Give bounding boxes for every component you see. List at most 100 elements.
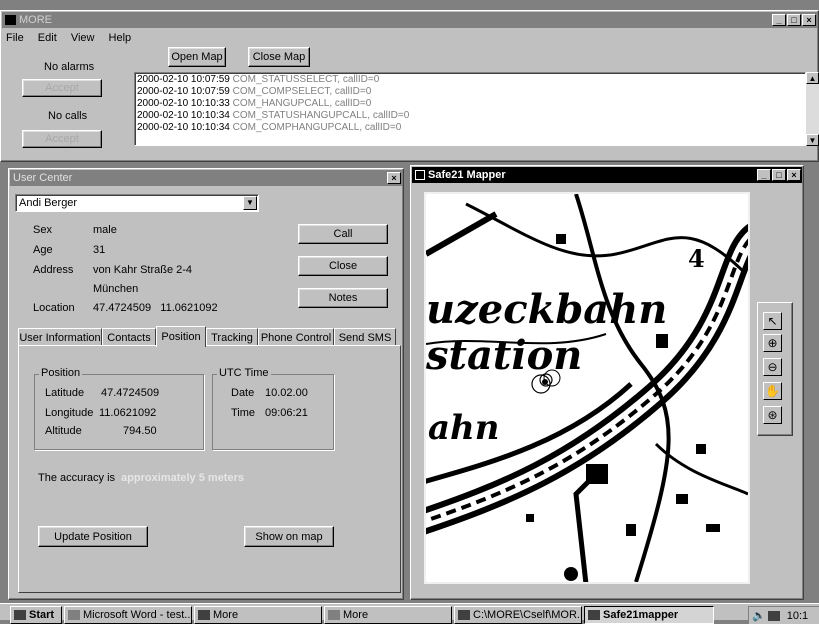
map-view[interactable]: uzeckbahn station ahn 4 xyxy=(424,192,750,584)
user-center-titlebar[interactable]: User Center × xyxy=(10,170,402,186)
hand-pan-icon[interactable]: ✋ xyxy=(763,382,782,400)
sex-value: male xyxy=(93,224,117,236)
location-label: Location xyxy=(33,302,75,314)
taskbar-item-more[interactable]: More xyxy=(194,606,322,624)
taskbar-item-label: Safe21mapper xyxy=(603,609,679,621)
maximize-icon[interactable]: □ xyxy=(772,169,786,181)
log-message: COM_STATUSHANGUPCALL, callID=0 xyxy=(232,110,410,121)
log-timestamp: 2000-02-10 10:07:59 xyxy=(137,86,230,97)
log-timestamp: 2000-02-10 10:10:33 xyxy=(137,98,230,109)
map-label-line1: uzeckbahn xyxy=(426,286,668,333)
time-label: Time xyxy=(231,407,256,419)
zoom-out-icon[interactable]: ⊖ xyxy=(763,358,782,376)
tab-contacts[interactable]: Contacts xyxy=(102,328,156,346)
event-log[interactable]: 2000-02-10 10:07:59 COM_STATUSSELECT, ca… xyxy=(134,72,806,146)
close-map-button[interactable]: Close Map xyxy=(248,47,310,67)
tab-user-information[interactable]: User Information xyxy=(18,328,102,346)
app-icon xyxy=(5,15,16,25)
clock: 10:1 xyxy=(786,609,809,622)
position-group: Position Latitude 47.4724509 Longitude 1… xyxy=(34,367,204,450)
log-timestamp: 2000-02-10 10:10:34 xyxy=(137,122,230,133)
taskbar-item-word[interactable]: Microsoft Word - test... xyxy=(64,606,192,624)
call-button[interactable]: Call xyxy=(298,224,388,244)
log-scrollbar[interactable]: ▲ ▼ xyxy=(806,72,819,146)
user-select[interactable]: Andi Berger ▼ xyxy=(15,194,259,212)
mapper-title: Safe21 Mapper xyxy=(428,169,506,181)
taskbar-item-explorer[interactable]: C:\MORE\Cself\MOR... xyxy=(454,606,582,624)
user-select-value: Andi Berger xyxy=(19,197,78,209)
sex-label: Sex xyxy=(33,224,52,236)
start-button[interactable]: Start xyxy=(10,606,62,624)
close-icon[interactable]: × xyxy=(387,172,401,184)
log-entry: 2000-02-10 10:10:34 COM_COMPHANGUPCALL, … xyxy=(137,122,803,134)
log-entry: 2000-02-10 10:07:59 COM_STATUSSELECT, ca… xyxy=(137,74,803,86)
menu-edit[interactable]: Edit xyxy=(38,32,57,44)
date-value: 10.02.00 xyxy=(265,387,308,399)
log-message: COM_COMPHANGUPCALL, callID=0 xyxy=(232,122,402,133)
calls-accept-label: Accept xyxy=(45,133,79,145)
show-on-map-button[interactable]: Show on map xyxy=(244,526,334,547)
scroll-up-icon[interactable]: ▲ xyxy=(806,72,819,84)
minimize-icon[interactable]: _ xyxy=(772,14,786,26)
system-tray: 🔈 10:1 xyxy=(748,606,819,624)
mapper-app-icon xyxy=(415,170,425,180)
network-icon[interactable] xyxy=(767,610,780,621)
utc-time-group: UTC Time Date 10.02.00 Time 09:06:21 xyxy=(212,367,334,450)
taskbar-item-safe21mapper[interactable]: Safe21mapper xyxy=(584,606,714,624)
map-digit: 4 xyxy=(688,244,705,273)
taskbar-item-more-2[interactable]: More xyxy=(324,606,452,624)
log-entry: 2000-02-10 10:10:34 COM_STATUSHANGUPCALL… xyxy=(137,110,803,122)
scroll-track[interactable] xyxy=(806,84,819,134)
altitude-value: 794.50 xyxy=(123,425,157,437)
tab-position[interactable]: Position xyxy=(156,326,206,347)
longitude-label: Longitude xyxy=(45,407,94,419)
minimize-icon[interactable]: _ xyxy=(757,169,771,181)
mapper-titlebar[interactable]: Safe21 Mapper _ □ × xyxy=(412,167,802,183)
taskbar-item-label: C:\MORE\Cself\MOR... xyxy=(473,609,582,621)
close-icon[interactable]: × xyxy=(787,169,801,181)
close-button[interactable]: Close xyxy=(298,256,388,276)
scroll-down-icon[interactable]: ▼ xyxy=(806,134,819,146)
taskbar-item-label: More xyxy=(213,609,239,621)
menu-view[interactable]: View xyxy=(71,32,95,44)
calls-accept-button[interactable]: Accept xyxy=(22,130,102,148)
address-line1: von Kahr Straße 2-4 xyxy=(93,264,193,276)
pointer-icon[interactable]: ↖ xyxy=(763,312,782,330)
latitude-label: Latitude xyxy=(45,387,85,399)
notes-button[interactable]: Notes xyxy=(298,288,388,308)
alarms-accept-label: Accept xyxy=(45,82,79,94)
tab-phone-control[interactable]: Phone Control xyxy=(258,328,334,346)
tab-tracking[interactable]: Tracking xyxy=(206,328,258,346)
address-label: Address xyxy=(33,264,74,276)
more-title: MORE xyxy=(19,14,52,26)
accuracy-value: approximately 5 meters xyxy=(121,472,244,484)
accuracy-text: The accuracy is approximately 5 meters xyxy=(38,472,244,484)
time-value: 09:06:21 xyxy=(265,407,308,419)
open-map-button[interactable]: Open Map xyxy=(168,47,226,67)
log-message: COM_STATUSSELECT, callID=0 xyxy=(232,74,380,85)
log-timestamp: 2000-02-10 10:07:59 xyxy=(137,74,230,85)
speaker-icon[interactable]: 🔈 xyxy=(752,609,766,622)
close-icon[interactable]: × xyxy=(802,14,816,26)
location-value: 47.4724509 11.0621092 xyxy=(93,302,218,314)
start-label: Start xyxy=(29,609,55,621)
taskbar-item-label: Microsoft Word - test... xyxy=(83,609,192,621)
update-position-button[interactable]: Update Position xyxy=(38,526,148,547)
age-value: 31 xyxy=(93,244,106,256)
center-icon[interactable]: ⊛ xyxy=(763,406,782,424)
menu-file[interactable]: File xyxy=(6,32,24,44)
utc-group-title: UTC Time xyxy=(217,367,271,379)
tab-send-sms[interactable]: Send SMS xyxy=(334,328,396,346)
age-label: Age xyxy=(33,244,53,256)
alarms-accept-button[interactable]: Accept xyxy=(22,79,102,97)
log-message: COM_HANGUPCALL, callID=0 xyxy=(232,98,372,109)
more-titlebar[interactable]: MORE _ □ × xyxy=(2,12,817,28)
taskbar-item-label: More xyxy=(343,609,369,621)
log-entry: 2000-02-10 10:10:33 COM_HANGUPCALL, call… xyxy=(137,98,803,110)
chevron-down-icon[interactable]: ▼ xyxy=(243,196,257,210)
zoom-in-icon[interactable]: ⊕ xyxy=(763,334,782,352)
menu-help[interactable]: Help xyxy=(109,32,132,44)
map-label-line2: station xyxy=(426,332,583,379)
menu-bar: File Edit View Help xyxy=(6,32,142,44)
maximize-icon[interactable]: □ xyxy=(787,14,801,26)
